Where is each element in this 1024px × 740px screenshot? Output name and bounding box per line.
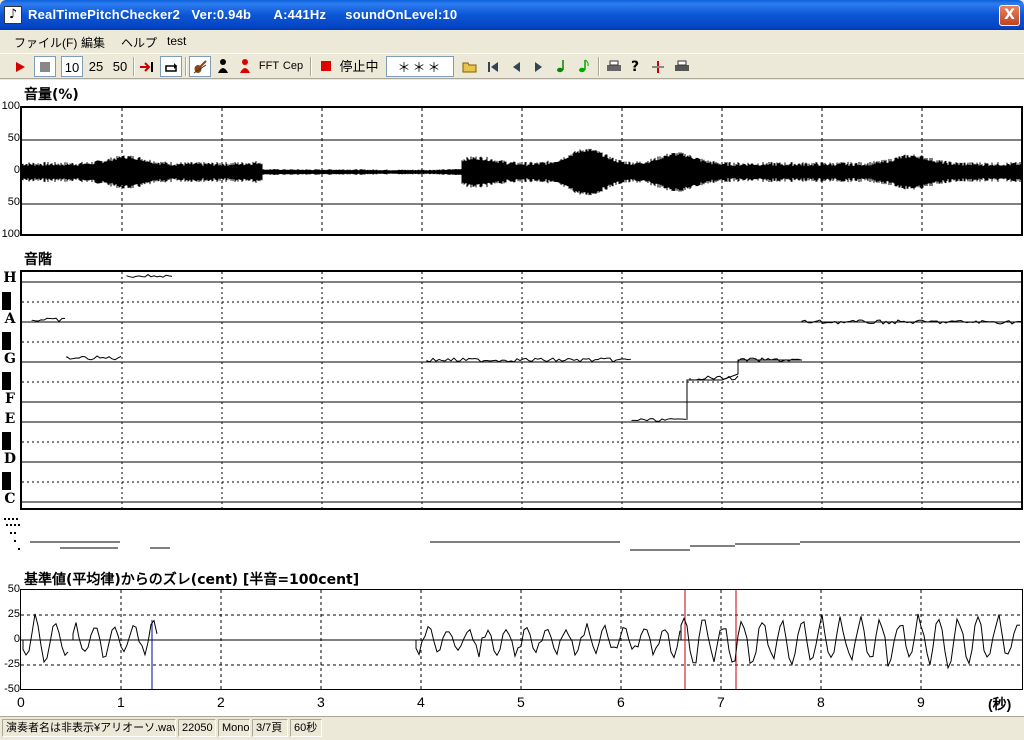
black-key [2, 372, 11, 390]
note-strip [4, 518, 1020, 551]
record-icon[interactable] [316, 56, 336, 77]
jump-end-icon[interactable] [137, 56, 157, 77]
printer-icon[interactable] [604, 56, 624, 77]
print-icon[interactable] [672, 56, 692, 77]
x-tick-label: 5 [517, 694, 525, 710]
zoom-50-button[interactable]: 50 [109, 56, 131, 77]
menu-edit[interactable]: 編集 [81, 34, 105, 51]
app-icon[interactable]: ♪ [4, 6, 22, 24]
prev-icon[interactable] [507, 56, 525, 77]
status-file: 演奏者名は非表示¥アリオーソ.wav [2, 719, 176, 737]
cep-button[interactable]: Cep [282, 56, 304, 77]
deviation-y-label: 0 [13, 633, 20, 645]
note-label-e: E [4, 411, 16, 427]
x-tick-label: 7 [717, 694, 725, 710]
volume-y-label: 50 [7, 132, 20, 144]
menu-bar: ファイル(F) 編集 ヘルプ test [0, 30, 1024, 52]
svg-text:?: ? [631, 59, 639, 74]
next-icon[interactable] [530, 56, 548, 77]
x-tick-label: 8 [817, 694, 825, 710]
note-icon[interactable] [553, 56, 571, 77]
zoom-25-button[interactable]: 25 [85, 56, 107, 77]
black-key [2, 292, 11, 310]
deviation-plot[interactable] [20, 589, 1023, 690]
note-label-h: H [3, 270, 17, 286]
volume-y-label: 0 [13, 164, 20, 176]
status-channels: Mono [218, 719, 250, 737]
x-tick-label: 0 [17, 694, 25, 710]
folder-open-icon[interactable] [460, 56, 480, 77]
pitch-trace [31, 273, 1021, 422]
black-key [2, 432, 11, 450]
volume-y-label: 50 [7, 196, 20, 208]
note-label-f: F [5, 391, 15, 407]
x-tick-label: 6 [617, 694, 625, 710]
play-icon[interactable] [10, 56, 30, 77]
note-label-g: G [4, 351, 16, 367]
note-label-a: A [4, 311, 16, 327]
zoom-10-button[interactable]: 10 [61, 56, 83, 77]
status-label: 停止中 [339, 59, 379, 74]
deviation-title: 基準値(平均律)からのズレ(cent) [半音=100cent] [24, 572, 360, 588]
split-icon[interactable] [649, 56, 667, 77]
person-icon[interactable] [214, 56, 232, 77]
x-tick-label: 9 [917, 694, 925, 710]
close-button[interactable]: X [999, 5, 1020, 26]
help-icon[interactable]: ? [627, 56, 645, 77]
person-red-icon[interactable] [236, 56, 254, 77]
volume-plot[interactable] [20, 106, 1023, 236]
volume-y-label: 100 [1, 228, 20, 240]
title-bar: ♪ RealTimePitchChecker2 Ver:0.94b A:441H… [0, 0, 1024, 30]
scale-plot[interactable] [20, 270, 1023, 510]
fft-button[interactable]: FFT [258, 56, 280, 77]
loop-icon[interactable] [160, 56, 182, 77]
status-duration: 60秒 [290, 719, 322, 737]
toolbar: 10 25 50 FFT Cep 停止中 ＊＊＊ ? [0, 53, 1024, 79]
window-title: RealTimePitchChecker2 Ver:0.94b A:441Hz … [28, 7, 458, 22]
deviation-y-label: -25 [4, 658, 20, 670]
x-tick-label: 2 [217, 694, 225, 710]
violin-icon[interactable] [189, 56, 211, 77]
note-alt-icon[interactable] [575, 56, 593, 77]
black-key [2, 472, 11, 490]
x-tick-label: 4 [417, 694, 425, 710]
black-key [2, 332, 11, 350]
deviation-y-label: 50 [7, 583, 20, 595]
volume-title: 音量(%) [24, 87, 79, 103]
note-label-c: C [4, 491, 16, 507]
skip-first-icon[interactable] [484, 56, 502, 77]
x-axis-unit: (秒) [988, 696, 1012, 712]
menu-file[interactable]: ファイル(F) [14, 34, 77, 51]
status-rate: 22050 [178, 719, 216, 737]
scale-title: 音階 [24, 252, 52, 268]
x-tick-label: 1 [117, 694, 125, 710]
note-display: ＊＊＊ [386, 56, 454, 77]
stop-icon[interactable] [34, 56, 56, 77]
volume-y-label: 100 [1, 100, 20, 112]
status-page: 3/7頁 [252, 719, 288, 737]
status-bar: 演奏者名は非表示¥アリオーソ.wav 22050 Mono 3/7頁 60秒 [0, 716, 1024, 740]
x-tick-label: 3 [317, 694, 325, 710]
note-label-d: D [3, 451, 17, 467]
menu-help[interactable]: ヘルプ [121, 34, 157, 51]
deviation-y-label: 25 [7, 608, 20, 620]
menu-test[interactable]: test [167, 34, 186, 48]
